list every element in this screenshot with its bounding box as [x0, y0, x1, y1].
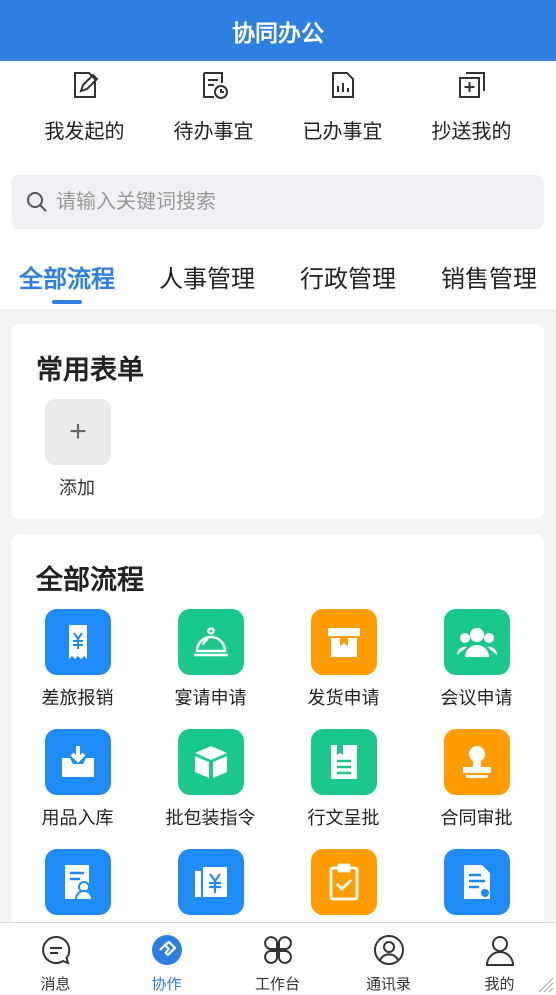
tabbar-messages[interactable]: 消息	[0, 923, 111, 995]
process-meeting-application[interactable]: 会议申请	[410, 609, 543, 710]
tab-hr[interactable]: 人事管理	[159, 259, 255, 294]
all-processes-title: 全部流程	[36, 565, 144, 595]
handshake-icon	[151, 935, 182, 965]
app-header: 协同办公	[0, 0, 556, 61]
plus-icon: +	[69, 415, 87, 448]
open-box-icon	[177, 729, 244, 795]
process-travel-reimbursement[interactable]: 差旅报销	[11, 609, 144, 710]
receipt-yen-icon	[44, 609, 111, 675]
quick-action-done[interactable]: 已办事宜	[278, 61, 407, 161]
process-document-approval[interactable]: 行文呈批	[277, 729, 410, 830]
contacts-icon	[373, 935, 404, 965]
inbox-download-icon	[44, 729, 111, 795]
page-title: 协同办公	[232, 19, 324, 46]
pending-clock-icon	[202, 72, 228, 99]
top-panel: 我发起的 待办事宜 已办事宜 抄送我的 全部流程 人事管理	[0, 61, 556, 309]
resize-grip-icon	[538, 977, 554, 993]
copy-add-icon	[458, 72, 485, 98]
profile-icon	[485, 936, 514, 966]
process-item-12[interactable]	[410, 849, 543, 924]
user-document-icon	[44, 849, 111, 915]
common-forms-card: 常用表单 + 添加	[11, 324, 544, 519]
stamp-seal-icon	[443, 729, 510, 795]
tabbar-collaboration[interactable]: 协作	[111, 923, 222, 995]
category-tabs: 全部流程 人事管理 行政管理 销售管理	[0, 251, 556, 309]
package-box-icon	[310, 609, 377, 675]
document-lines-icon	[310, 729, 377, 795]
tab-admin[interactable]: 行政管理	[300, 259, 396, 294]
add-form-button[interactable]: +	[45, 399, 111, 465]
process-packaging-instruction[interactable]: 批包装指令	[144, 729, 277, 830]
tab-all-processes[interactable]: 全部流程	[19, 259, 115, 294]
clipboard-check-icon	[310, 849, 377, 915]
add-form-label: 添加	[59, 478, 95, 498]
process-shipping-application[interactable]: 发货申请	[277, 609, 410, 710]
process-contract-approval[interactable]: 合同审批	[410, 729, 543, 830]
document-pen-icon	[443, 849, 510, 915]
common-forms-title: 常用表单	[36, 355, 144, 385]
active-tab-indicator	[52, 300, 82, 304]
process-item-9[interactable]	[11, 849, 144, 924]
process-item-11[interactable]	[277, 849, 410, 924]
search-icon	[27, 192, 47, 212]
process-item-10[interactable]	[144, 849, 277, 924]
done-report-icon	[331, 72, 354, 98]
tab-sales[interactable]: 销售管理	[441, 259, 537, 294]
bottom-tab-bar: 消息 协作 工作台 通讯录 我的	[0, 922, 556, 995]
search-input[interactable]	[56, 190, 496, 214]
dining-cloche-icon	[177, 609, 244, 675]
quick-action-initiated[interactable]: 我发起的	[20, 61, 149, 161]
process-supplies-storage[interactable]: 用品入库	[11, 729, 144, 830]
tabbar-workbench[interactable]: 工作台	[222, 923, 333, 995]
quick-action-pending[interactable]: 待办事宜	[149, 61, 278, 161]
quick-action-cc[interactable]: 抄送我的	[407, 61, 536, 161]
process-banquet-application[interactable]: 宴请申请	[144, 609, 277, 710]
all-processes-card: 全部流程 差旅报销 宴请申请 发货申请 会议申请 用品入库 批包装指令 行文呈批…	[11, 534, 544, 934]
edit-doc-icon	[73, 72, 98, 98]
yen-invoice-icon	[177, 849, 244, 915]
search-bar[interactable]	[11, 175, 544, 229]
message-icon	[41, 935, 70, 965]
quick-actions: 我发起的 待办事宜 已办事宜 抄送我的	[0, 61, 556, 161]
workbench-icon	[263, 936, 292, 964]
people-group-icon	[443, 609, 510, 675]
tabbar-contacts[interactable]: 通讯录	[333, 923, 444, 995]
